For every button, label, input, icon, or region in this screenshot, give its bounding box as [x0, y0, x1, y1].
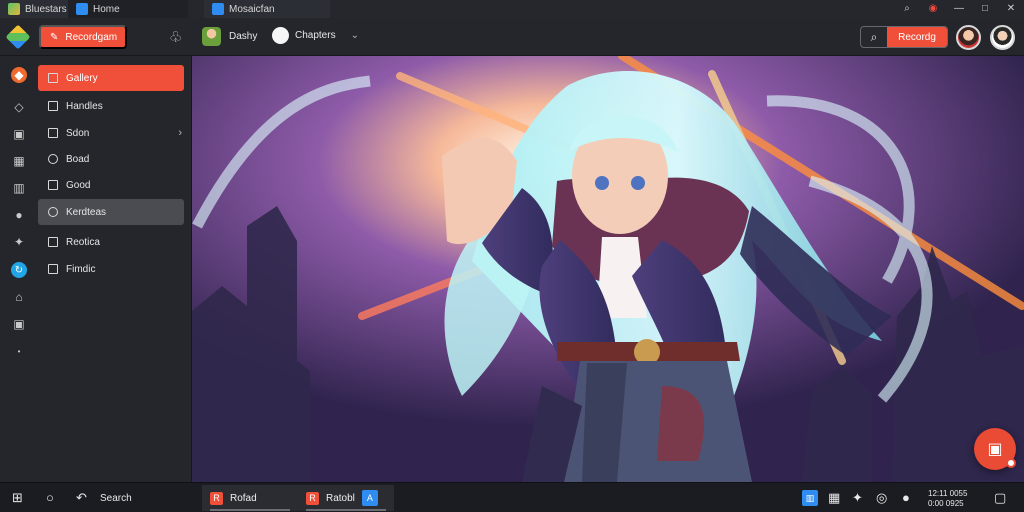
record-button[interactable]: ✎ Recordgam [39, 25, 127, 49]
house-icon[interactable]: ⌂ [11, 289, 27, 305]
search-record-label: Recordg [887, 27, 947, 47]
nav-label: Good [66, 179, 91, 191]
user-avatar-icon[interactable] [956, 25, 981, 50]
power-icon[interactable]: ◉ [920, 0, 946, 18]
nav-label: Sdon [66, 127, 90, 139]
dot-icon: • [17, 346, 21, 356]
square-icon [48, 73, 58, 83]
nav-item-kerdteas[interactable]: Kerdteas [38, 199, 184, 225]
nav-item-boad[interactable]: Boad [38, 146, 184, 172]
circle-icon [48, 154, 58, 164]
tab-mosaicfan[interactable]: Mosaicfan [204, 0, 330, 18]
home-icon[interactable]: ◆ [11, 67, 27, 83]
box-icon[interactable]: ▣ [11, 316, 27, 332]
chapters-label: Chapters [295, 30, 336, 41]
status-badge [1006, 458, 1016, 468]
record-button-label: Recordgam [65, 31, 118, 43]
search-record-control[interactable]: ⌕ Recordg [860, 26, 948, 48]
navigation-panel: Gallery Handles Sdon › Boad Good Kerdtea… [38, 56, 192, 482]
taskbar-search-label[interactable]: Search [100, 493, 132, 504]
brush-icon: ✎ [50, 31, 59, 43]
tab-label: Bluestars [25, 3, 67, 15]
nav-label: Gallery [66, 72, 98, 84]
home-tab-icon [76, 3, 88, 15]
circle-search-icon[interactable]: ○ [46, 491, 54, 505]
rofad-icon: R [210, 491, 223, 505]
tray-settings-icon[interactable]: ◎ [876, 491, 887, 505]
bell-icon[interactable]: ♧ [169, 28, 182, 46]
square-icon [48, 101, 58, 111]
user-icon[interactable]: ● [11, 207, 27, 223]
tray-pin-icon[interactable]: ✦ [852, 491, 863, 505]
circle-icon [48, 207, 58, 217]
current-app-chip[interactable]: Dashy [202, 27, 257, 46]
app-avatar-icon [202, 27, 221, 46]
taskbar-app-rofad[interactable]: R Rofad [202, 485, 298, 511]
nav-label: Fimdic [66, 263, 96, 275]
square-icon [48, 180, 58, 190]
nav-item-gallery[interactable]: Gallery [38, 65, 184, 91]
tab-label: Home [93, 3, 120, 15]
nav-item-fimdic[interactable]: Fimdic [38, 256, 184, 282]
game-viewport[interactable] [192, 56, 1024, 482]
system-clock[interactable]: 12:11 0055 0:00 0925 [928, 489, 967, 509]
tray-alert-icon[interactable]: ● [902, 491, 910, 505]
clock-time: 12:11 0055 [928, 489, 968, 498]
square-icon [48, 237, 58, 247]
chevron-right-icon: › [178, 127, 182, 139]
calendar-icon[interactable]: ▦ [11, 153, 27, 169]
nav-item-handles[interactable]: Handles [38, 93, 184, 119]
puzzle-icon[interactable]: ✦ [11, 234, 27, 250]
square-icon [48, 128, 58, 138]
maximize-icon[interactable]: □ [972, 0, 998, 18]
icon-sidebar: ◆ ◇ ▣ ▦ ▥ ● ✦ ↻ ⌂ ▣ • [0, 56, 38, 482]
window-controls: ⌕ ◉ — □ ✕ [894, 0, 1024, 18]
tab-bluestars[interactable]: Bluestars [0, 0, 68, 18]
bluestacks-logo-icon [5, 24, 31, 50]
search-icon[interactable]: ⌕ [894, 0, 920, 18]
building-icon[interactable]: ▥ [11, 180, 27, 196]
toolbox-icon: ▣ [987, 441, 1003, 458]
cube-icon[interactable]: ▣ [11, 126, 27, 142]
ratobl-icon: R [306, 491, 319, 505]
anime-character-artwork [192, 56, 1024, 482]
chapters-dropdown[interactable]: Chapters ⌄ [272, 27, 359, 44]
bluestars-icon [8, 3, 20, 15]
nav-label: Reotica [66, 236, 100, 248]
compass-icon[interactable]: ◇ [11, 99, 27, 115]
mosaicfan-tab-icon [212, 3, 224, 15]
notification-icon[interactable]: ▢ [994, 491, 1006, 505]
tray-layout-icon[interactable]: ▦ [828, 491, 840, 505]
profile-avatar-icon[interactable] [990, 25, 1015, 50]
search-icon: ⌕ [870, 29, 878, 44]
app-name: Dashy [229, 31, 258, 42]
taskbar-app-label: Rofad [230, 492, 257, 504]
square-icon [48, 264, 58, 274]
taskbar-app-ratobl[interactable]: R Ratobl A [298, 485, 394, 511]
app-window: Bluestars Home Mosaicfan ⌕ ◉ — □ ✕ ✎ Rec… [0, 0, 1024, 512]
chevron-down-icon: ⌄ [350, 30, 359, 41]
nav-label: Boad [66, 153, 90, 165]
taskbar-app-label: Ratobl [326, 492, 355, 504]
taskbar: ⊞ ○ ↶ Search R Rofad R Ratobl A ▥ ▦ ✦ ◎ … [0, 482, 1024, 512]
tab-home[interactable]: Home [68, 0, 188, 18]
white-circle-icon [272, 27, 289, 44]
floating-menu-button[interactable]: ▣ [974, 428, 1016, 470]
nav-item-sdon[interactable]: Sdon › [38, 120, 184, 146]
nav-item-reotica[interactable]: Reotica [38, 229, 184, 255]
nav-item-good[interactable]: Good [38, 172, 184, 198]
tray-app-icon[interactable]: ▥ [802, 490, 818, 506]
app-store-icon: A [361, 490, 378, 506]
top-toolbar: ✎ Recordgam ♧ Dashy Chapters ⌄ ⌕ Recordg [0, 18, 1024, 56]
close-icon[interactable]: ✕ [998, 0, 1024, 18]
title-bar: Bluestars Home Mosaicfan ⌕ ◉ — □ ✕ [0, 0, 1024, 18]
tab-label: Mosaicfan [229, 3, 275, 15]
nav-label: Handles [66, 100, 103, 112]
search-arrow-icon[interactable]: ↶ [76, 491, 87, 505]
minimize-icon[interactable]: — [946, 0, 972, 18]
clock-date: 0:00 0925 [928, 499, 964, 508]
windows-start-icon[interactable]: ⊞ [12, 491, 23, 505]
refresh-icon[interactable]: ↻ [11, 262, 27, 278]
nav-label: Kerdteas [66, 206, 107, 218]
